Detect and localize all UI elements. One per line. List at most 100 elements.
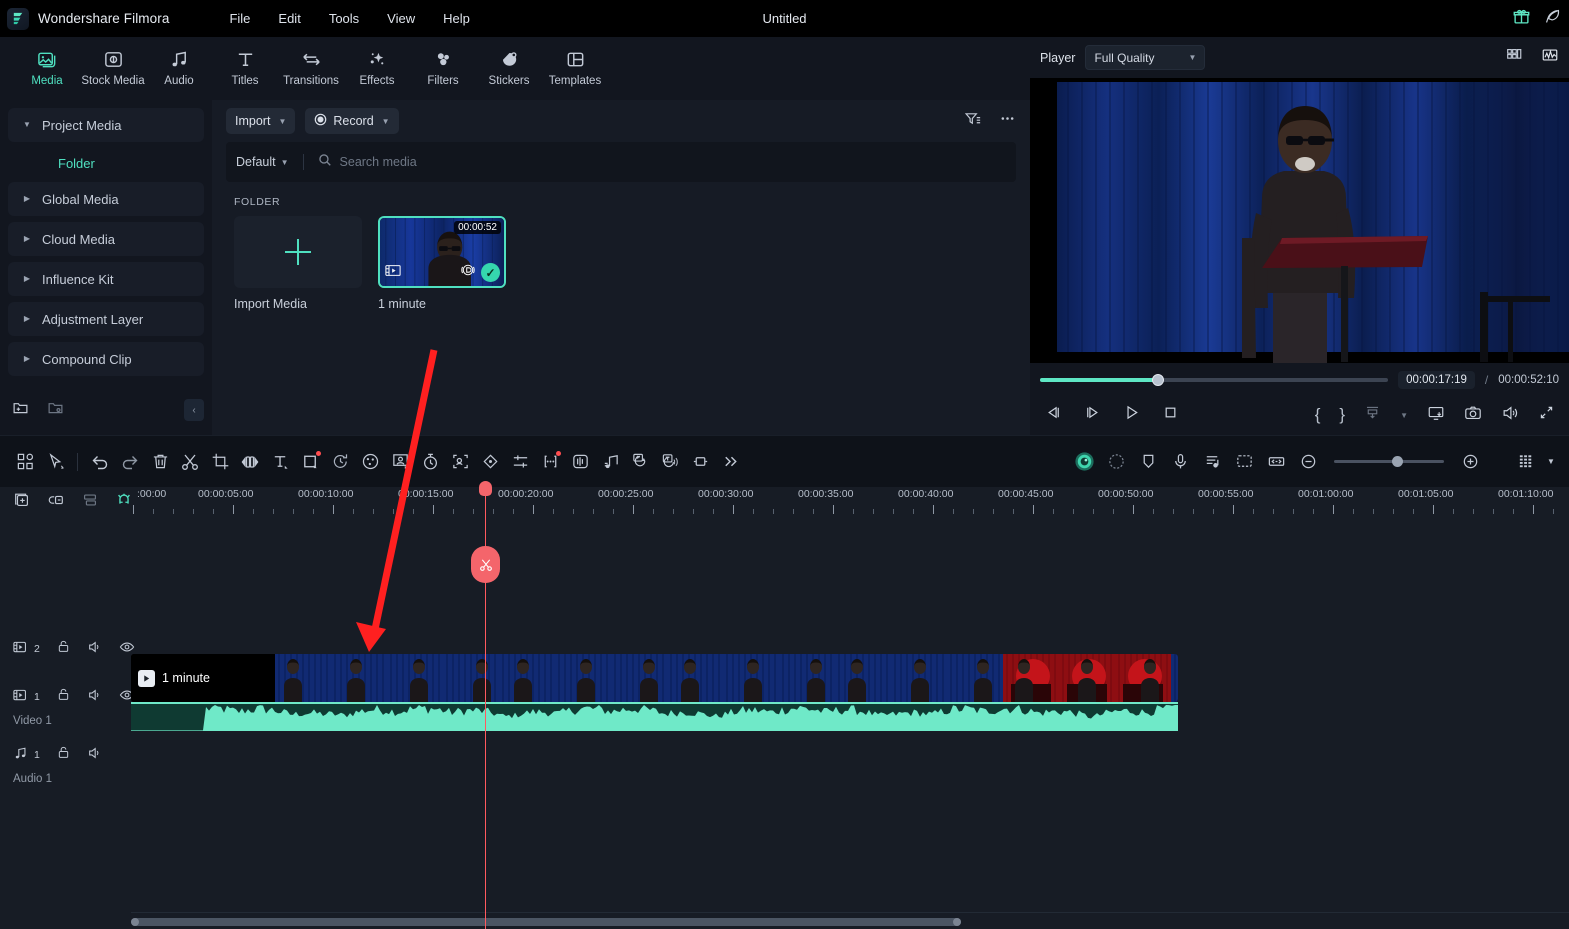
gift-icon[interactable] bbox=[1513, 8, 1530, 30]
group-icon[interactable] bbox=[81, 491, 99, 514]
more-chevron-icon[interactable] bbox=[715, 447, 745, 477]
prev-frame-icon[interactable] bbox=[1044, 403, 1063, 427]
filter-sort-icon[interactable] bbox=[964, 110, 981, 132]
timeline-clip-audio[interactable] bbox=[131, 702, 1178, 731]
media-item-card[interactable]: 00:00:52 bbox=[378, 216, 506, 311]
sort-select[interactable]: Default ▼ bbox=[236, 155, 289, 169]
color-palette-icon[interactable] bbox=[355, 447, 385, 477]
folder-settings-icon[interactable] bbox=[47, 399, 64, 421]
marker-icon[interactable] bbox=[685, 447, 715, 477]
media-thumbnail[interactable]: 00:00:52 bbox=[378, 216, 506, 288]
link-clips-icon[interactable] bbox=[47, 491, 65, 514]
grid-view-icon[interactable] bbox=[1505, 46, 1523, 69]
tab-transitions[interactable]: Transitions bbox=[278, 42, 344, 87]
sidebar-item-folder[interactable]: Folder bbox=[8, 148, 204, 178]
fullscreen-icon[interactable] bbox=[1538, 404, 1555, 426]
screen-cast-icon[interactable] bbox=[1427, 404, 1445, 427]
tab-titles[interactable]: Titles bbox=[212, 42, 278, 87]
sidebar-item-cloud-media[interactable]: ▶ Cloud Media bbox=[8, 222, 204, 256]
timeline-ruler[interactable]: :00:00 00:00:05:00 00:00:10:00 00:00:15:… bbox=[131, 487, 1569, 519]
track-view-icon[interactable] bbox=[1511, 447, 1541, 477]
tab-effects[interactable]: Effects bbox=[344, 42, 410, 87]
redo-icon[interactable] bbox=[115, 447, 145, 477]
camera-snapshot-icon[interactable] bbox=[1464, 404, 1482, 427]
voiceover-mic-icon[interactable] bbox=[1165, 447, 1195, 477]
sidebar-item-global-media[interactable]: ▶ Global Media bbox=[8, 182, 204, 216]
timeline-horizontal-scrollbar[interactable] bbox=[131, 918, 961, 926]
undo-icon[interactable] bbox=[85, 447, 115, 477]
tab-audio[interactable]: Audio bbox=[146, 42, 212, 87]
seek-bar[interactable] bbox=[1040, 378, 1388, 382]
mark-out-icon[interactable]: } bbox=[1339, 405, 1345, 425]
layout-presets-icon[interactable] bbox=[10, 447, 40, 477]
audio-stretch-icon[interactable] bbox=[565, 447, 595, 477]
chevron-down-icon[interactable]: ▼ bbox=[1543, 447, 1559, 477]
sidebar-item-compound-clip[interactable]: ▶ Compound Clip bbox=[8, 342, 204, 376]
auto-reframe-icon[interactable] bbox=[385, 447, 415, 477]
stop-icon[interactable] bbox=[1161, 403, 1180, 427]
split-scissors-icon[interactable] bbox=[175, 447, 205, 477]
delete-icon[interactable] bbox=[145, 447, 175, 477]
green-screen-icon[interactable] bbox=[1229, 447, 1259, 477]
audio-mixer-icon[interactable] bbox=[1197, 447, 1227, 477]
tab-stickers[interactable]: Stickers bbox=[476, 42, 542, 87]
sidebar-collapse-button[interactable]: ‹ bbox=[184, 399, 204, 421]
playhead-handle[interactable] bbox=[479, 481, 492, 496]
next-frame-icon[interactable] bbox=[1083, 403, 1102, 427]
chevron-down-icon[interactable]: ▼ bbox=[1400, 411, 1408, 420]
motion-tracking-icon[interactable] bbox=[445, 447, 475, 477]
lock-icon[interactable] bbox=[56, 687, 71, 707]
import-media-dropzone[interactable] bbox=[234, 216, 362, 288]
menu-edit[interactable]: Edit bbox=[264, 7, 314, 30]
import-button[interactable]: Import ▼ bbox=[226, 108, 295, 134]
smart-cutout-icon[interactable] bbox=[625, 447, 655, 477]
ai-assistant-icon[interactable] bbox=[1069, 447, 1099, 477]
seek-handle[interactable] bbox=[1152, 374, 1164, 386]
add-text-icon[interactable] bbox=[265, 447, 295, 477]
zoom-slider-handle[interactable] bbox=[1392, 456, 1403, 467]
menu-file[interactable]: File bbox=[215, 7, 264, 30]
sidebar-item-influence-kit[interactable]: ▶ Influence Kit bbox=[8, 262, 204, 296]
sidebar-item-adjustment-layer[interactable]: ▶ Adjustment Layer bbox=[8, 302, 204, 336]
split-at-playhead-button[interactable] bbox=[471, 546, 500, 583]
rotate-icon[interactable] bbox=[325, 447, 355, 477]
feather-icon[interactable] bbox=[1544, 8, 1561, 30]
import-media-card[interactable]: Import Media bbox=[234, 216, 362, 311]
keyframe-icon[interactable] bbox=[475, 447, 505, 477]
sidebar-item-project-media[interactable]: ▼ Project Media bbox=[8, 108, 204, 142]
tab-media[interactable]: Media bbox=[14, 42, 80, 87]
timeline-clip-video[interactable]: 1 minute bbox=[131, 654, 1178, 702]
stopwatch-icon[interactable] bbox=[415, 447, 445, 477]
select-tool-icon[interactable] bbox=[40, 447, 70, 477]
tab-stock-media[interactable]: Stock Media bbox=[80, 42, 146, 87]
scope-waveform-icon[interactable] bbox=[1541, 46, 1559, 69]
zoom-slider[interactable] bbox=[1334, 460, 1444, 463]
lock-icon[interactable] bbox=[56, 639, 71, 659]
fit-timeline-icon[interactable] bbox=[1261, 447, 1291, 477]
mute-icon[interactable] bbox=[87, 639, 103, 660]
adjust-sliders-icon[interactable] bbox=[505, 447, 535, 477]
mask-icon[interactable] bbox=[295, 447, 325, 477]
quality-select[interactable]: Full Quality ▼ bbox=[1085, 45, 1205, 70]
tab-filters[interactable]: Filters bbox=[410, 42, 476, 87]
speed-ramp-icon[interactable] bbox=[235, 447, 265, 477]
play-icon[interactable] bbox=[1122, 403, 1141, 427]
record-button[interactable]: Record ▼ bbox=[305, 108, 398, 134]
volume-icon[interactable] bbox=[1501, 404, 1519, 427]
crop-icon[interactable] bbox=[205, 447, 235, 477]
tab-templates[interactable]: Templates bbox=[542, 42, 608, 87]
zoom-out-button[interactable] bbox=[1293, 447, 1323, 477]
new-folder-icon[interactable] bbox=[12, 399, 29, 421]
search-input[interactable] bbox=[340, 155, 1006, 169]
text-to-speech-icon[interactable] bbox=[655, 447, 685, 477]
render-preview-icon[interactable] bbox=[1101, 447, 1131, 477]
marker-flag-icon[interactable] bbox=[1133, 447, 1163, 477]
video-preview[interactable] bbox=[1030, 78, 1569, 363]
mute-icon[interactable] bbox=[87, 687, 103, 708]
menu-view[interactable]: View bbox=[373, 7, 429, 30]
lock-icon[interactable] bbox=[56, 745, 71, 765]
mute-icon[interactable] bbox=[87, 745, 103, 766]
menu-help[interactable]: Help bbox=[429, 7, 484, 30]
more-options-icon[interactable] bbox=[999, 110, 1016, 132]
silence-detect-icon[interactable] bbox=[535, 447, 565, 477]
